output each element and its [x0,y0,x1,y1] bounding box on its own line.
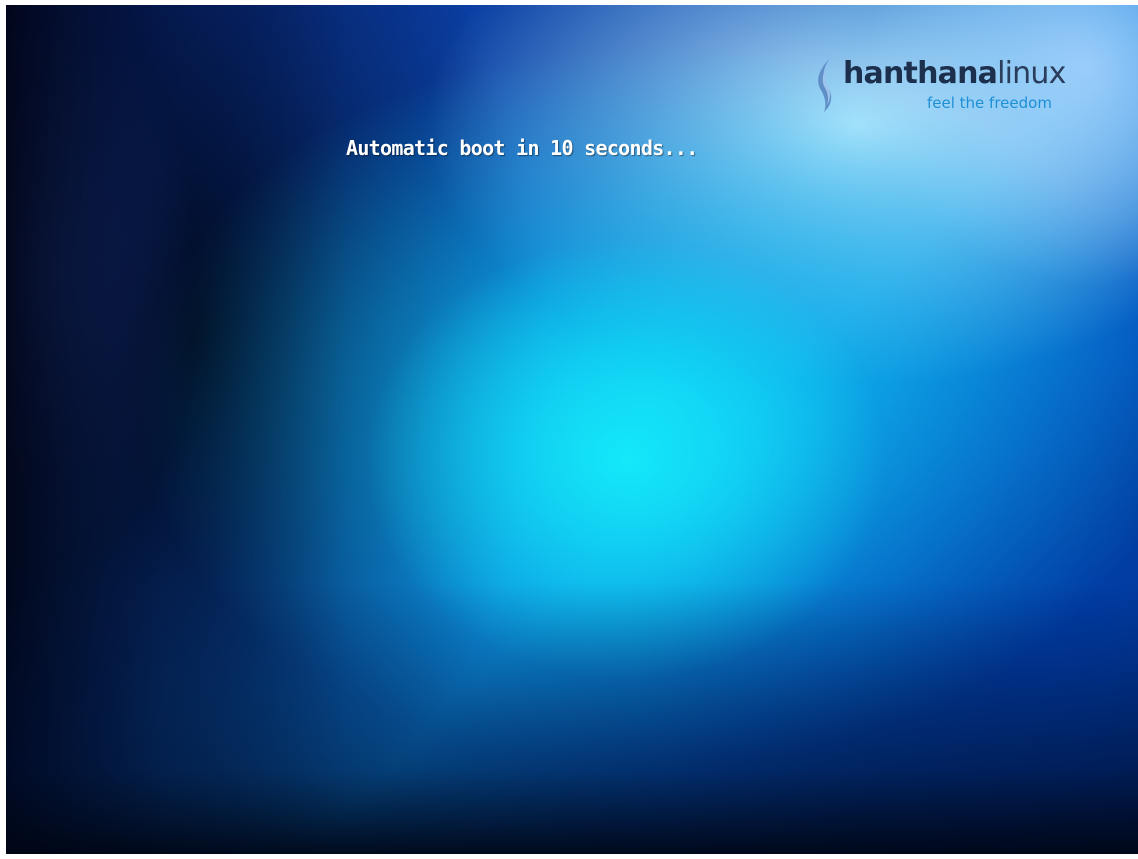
background-vignette [6,5,1138,854]
boot-screen: hanthanalinux feel the freedom Automatic… [0,0,1138,859]
boot-background: hanthanalinux feel the freedom Automatic… [6,5,1138,854]
logo-tagline: feel the freedom [927,94,1052,112]
logo-brand-light: linux [997,56,1066,91]
hanthana-linux-logo: hanthanalinux feel the freedom [811,54,1091,124]
boot-countdown-message: Automatic boot in 10 seconds... [346,136,698,160]
hanthana-flame-icon [818,58,832,112]
logo-wordmark: hanthanalinux [843,56,1066,92]
logo-brand-bold: hanthana [843,56,998,91]
